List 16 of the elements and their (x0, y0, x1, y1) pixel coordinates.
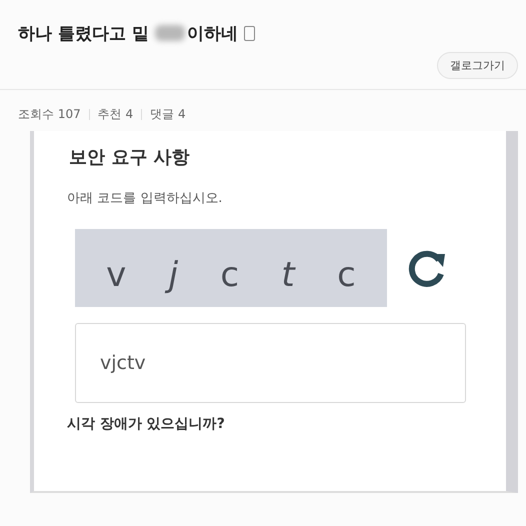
captcha-letter: t (281, 254, 295, 295)
stat-label: 조회수 107 (18, 106, 81, 123)
captcha-letter: c (337, 254, 356, 295)
captcha-letter: v (106, 254, 126, 295)
captcha-instruction: 아래 코드를 입력하십시오. (67, 190, 224, 207)
censor-blur (154, 25, 185, 41)
captcha-heading: 보안 요구 사항 (69, 146, 191, 169)
visual-impairment-link[interactable]: 시각 장애가 있으십니까? (67, 415, 225, 433)
captcha-input[interactable]: vjctv (75, 323, 466, 403)
captcha-letter: c (220, 254, 240, 295)
post-title: 하나 틀렸다고 밑 (18, 22, 149, 44)
stat-label: 추천 4 (98, 106, 134, 123)
stat-label: 댓글 4 (150, 106, 186, 123)
image-icon (244, 26, 255, 40)
gallog-button[interactable]: 갤로그가기 (437, 52, 518, 79)
post-title-end: 이하네 (186, 22, 238, 44)
